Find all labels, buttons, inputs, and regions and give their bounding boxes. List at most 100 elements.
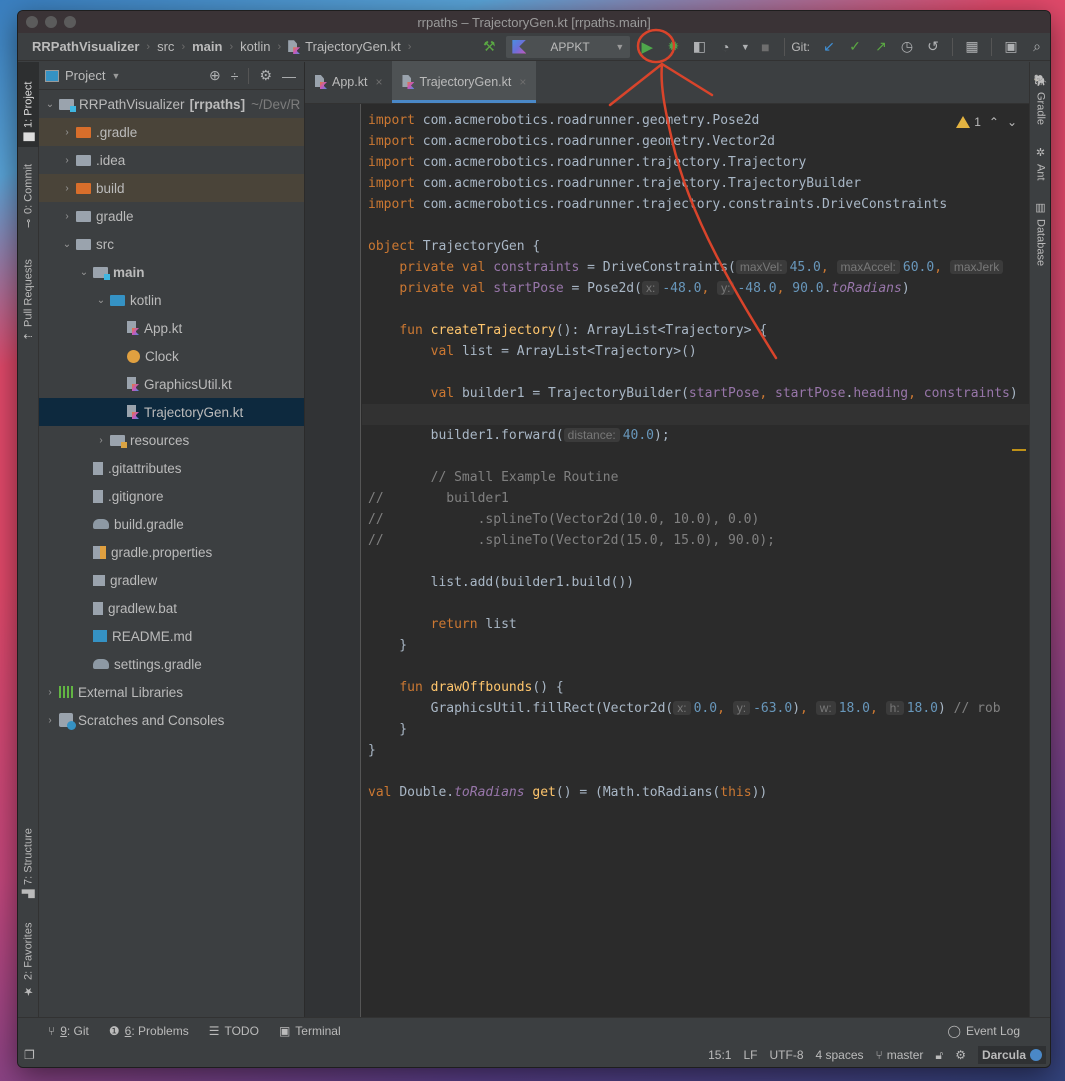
git-push-icon[interactable]: ↗ [869,35,893,59]
code-line[interactable]: 34 [362,803,1029,824]
rollback-icon[interactable]: ↺ [921,35,945,59]
code-line[interactable]: 14 val builder1 = TrajectoryBuilder(star… [362,383,1029,404]
project-structure-icon[interactable]: ▦ [960,35,984,59]
code-line[interactable]: 3import com.acmerobotics.roadrunner.traj… [362,152,1029,173]
code-line[interactable]: 2import com.acmerobotics.roadrunner.geom… [362,131,1029,152]
presentation-icon[interactable]: ▣ [999,35,1023,59]
chevron-right-icon[interactable]: › [43,715,57,726]
tree-item[interactable]: › resources [39,426,304,454]
tool-tab-favorites[interactable]: ★ 2: Favorites [18,912,39,1004]
maximize-window-button[interactable] [64,16,76,28]
profile-icon[interactable]: ◔ [713,35,737,59]
chevron-up-icon[interactable]: ⌃ [989,115,999,129]
chevron-down-icon[interactable]: ▼ [111,71,120,81]
tree-item[interactable]: ⌄ kotlin [39,286,304,314]
code-line[interactable]: 23 list.add(builder1.build()) [362,572,1029,593]
inspection-settings-icon[interactable]: ⚙ [955,1048,966,1062]
code-line[interactable]: 10 [362,299,1029,320]
indent-setting[interactable]: 4 spaces [816,1048,864,1062]
tree-item[interactable]: ›README.md [39,622,304,650]
tool-tab-gradle[interactable]: 🐘 Gradle [1030,70,1050,129]
tree-item[interactable]: ›.gitattributes [39,454,304,482]
search-icon[interactable]: ⌕ [1025,35,1049,59]
code-line[interactable]: 32 [362,761,1029,782]
code-line[interactable]: 17 [362,446,1029,467]
tree-root[interactable]: ⌄ RRPathVisualizer [rrpaths] ~/Dev/R [39,90,304,118]
chevron-right-icon[interactable]: › [60,183,74,194]
chevron-down-icon[interactable]: ⌄ [60,239,74,250]
warning-stripe-marker[interactable] [1012,449,1026,451]
tree-item[interactable]: › Scratches and Consoles [39,706,304,734]
code-line[interactable]: 16 builder1.forward(distance:40.0); [362,425,1029,446]
code-line[interactable]: 12 val list = ArrayList<Trajectory>() [362,341,1029,362]
inspection-widget[interactable]: 1 ⌃ ⌄ [950,110,1023,134]
chevron-right-icon[interactable]: › [60,127,74,138]
code-line[interactable]: 9 private val startPose = Pose2d(x:-48.0… [362,278,1029,299]
chevron-right-icon[interactable]: › [60,155,74,166]
stop-icon[interactable]: ■ [753,35,777,59]
project-view-select[interactable]: Project [65,68,105,83]
code-line[interactable]: 29 GraphicsUtil.fillRect(Vector2d(x:0.0,… [362,698,1029,719]
bottom-tool-problems[interactable]: ❶ 6: Problems [109,1024,189,1038]
minimize-window-button[interactable] [45,16,57,28]
close-tab-icon[interactable]: × [519,75,526,89]
gear-icon[interactable]: ⚙ [259,67,272,84]
bottom-tool-terminal[interactable]: ▣ Terminal [279,1024,341,1038]
tool-tab-project[interactable]: ▇ 1: Project [18,62,39,147]
breadcrumb-item[interactable]: main [192,39,222,54]
code-line[interactable]: 33val Double.toRadians get() = (Math.toR… [362,782,1029,803]
code-line[interactable]: 28 fun drawOffbounds() { [362,677,1029,698]
close-tab-icon[interactable]: × [375,75,382,89]
tree-item[interactable]: ›gradlew.bat [39,594,304,622]
code-line[interactable]: 30 } [362,719,1029,740]
collapse-all-icon[interactable]: ÷ [231,68,239,84]
hide-icon[interactable]: — [282,68,296,84]
chevron-down-icon[interactable]: ▼ [739,35,751,59]
toggle-tool-windows-icon[interactable]: ❐ [24,1048,35,1062]
tree-item[interactable]: ›gradlew [39,566,304,594]
tree-item[interactable]: ›gradle.properties [39,538,304,566]
tree-item[interactable]: ›Clock [39,342,304,370]
git-update-icon[interactable]: ↙ [817,35,841,59]
tool-tab-structure[interactable]: ▟ 7: Structure [18,812,39,904]
editor-tab[interactable]: TrajectoryGen.kt × [392,61,537,103]
line-separator[interactable]: LF [743,1048,757,1062]
git-branch-widget[interactable]: ⑂ master [876,1048,924,1062]
tree-item[interactable]: ›GraphicsUtil.kt [39,370,304,398]
file-encoding[interactable]: UTF-8 [770,1048,804,1062]
chevron-right-icon[interactable]: › [60,211,74,222]
tool-tab-ant[interactable]: ✲ Ant [1030,142,1050,185]
coverage-icon[interactable]: ◧ [687,35,711,59]
tree-item[interactable]: › .gradle [39,118,304,146]
code-line[interactable]: 19// builder1 [362,488,1029,509]
breadcrumb-item[interactable]: RRPathVisualizer [32,39,139,54]
code-line[interactable]: 15 [362,404,1029,425]
chevron-right-icon[interactable]: › [94,435,108,446]
tree-item[interactable]: › External Libraries [39,678,304,706]
tree-item[interactable]: ›.gitignore [39,482,304,510]
bottom-tool-git[interactable]: ⑂ 9: Git [48,1024,89,1038]
hammer-icon[interactable]: ⚒ [477,35,501,59]
tree-item[interactable]: › .idea [39,146,304,174]
theme-widget[interactable]: Darcula [977,1046,1046,1064]
tree-item[interactable]: ›build.gradle [39,510,304,538]
editor-tab[interactable]: App.kt × [305,61,392,103]
code-line[interactable]: 31} [362,740,1029,761]
code-line[interactable]: 5import com.acmerobotics.roadrunner.traj… [362,194,1029,215]
code-line[interactable]: 7object TrajectoryGen { [362,236,1029,257]
tool-tab-pull-requests[interactable]: ⇡ Pull Requests [18,242,39,347]
tree-item[interactable]: ›settings.gradle [39,650,304,678]
git-commit-icon[interactable]: ✓ [843,35,867,59]
event-log-button[interactable]: ◯ Event Log [948,1024,1020,1038]
locate-icon[interactable]: ⊕ [209,67,221,84]
bottom-tool-todo[interactable]: ☰ TODO [209,1024,259,1038]
chevron-down-icon[interactable]: ⌄ [43,99,57,110]
tree-item[interactable]: ⌄ main [39,258,304,286]
code-line[interactable]: 1 import com.acmerobotics.roadrunner.geom… [362,110,1029,131]
tree-item[interactable]: ⌄ src [39,230,304,258]
tool-tab-commit[interactable]: ⊸ 0: Commit [18,154,39,234]
code-line[interactable]: 13 [362,362,1029,383]
code-line[interactable]: 6 [362,215,1029,236]
tool-tab-database[interactable]: ▥ Database [1030,197,1050,270]
history-icon[interactable]: ◷ [895,35,919,59]
